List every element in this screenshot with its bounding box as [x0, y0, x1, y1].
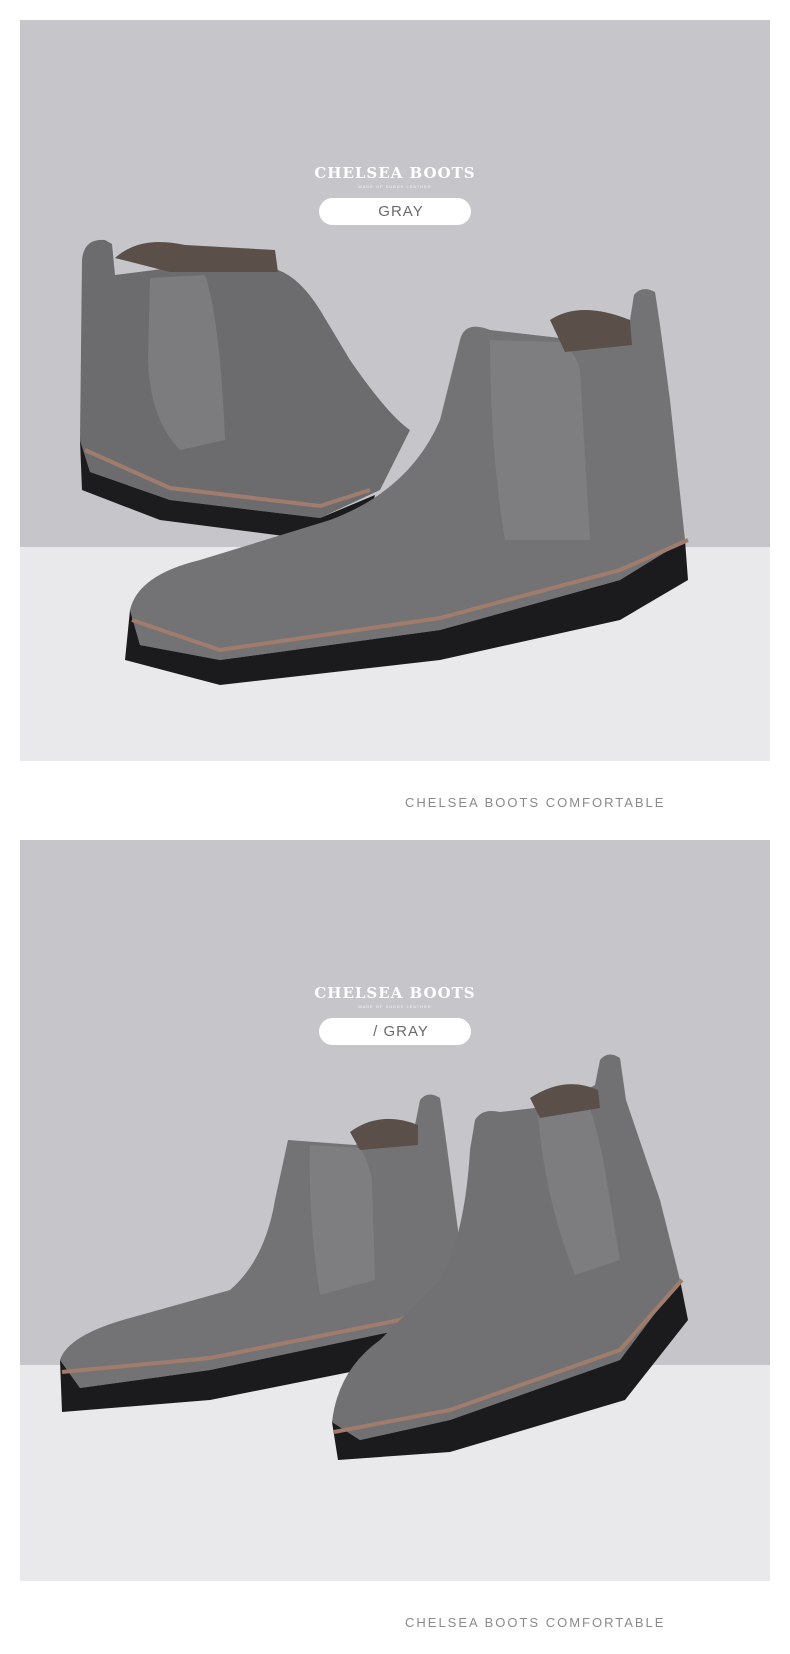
caption-1: CHELSEA BOOTS COMFORTABLE [405, 795, 666, 810]
brand-title: CHELSEA BOOTS [314, 164, 476, 182]
caption-2: CHELSEA BOOTS COMFORTABLE [405, 1615, 666, 1630]
brand-title: CHELSEA BOOTS [314, 984, 476, 1002]
color-label: / GRAY [319, 1018, 471, 1045]
color-label: GRAY [319, 198, 471, 225]
product-photo-2: CHELSEA BOOTS MADE OF SUEDE LEATHER / GR… [20, 840, 770, 1581]
brand-subtitle: MADE OF SUEDE LEATHER [358, 1004, 432, 1009]
brand-block: CHELSEA BOOTS MADE OF SUEDE LEATHER [20, 164, 770, 189]
boots-image-pair-1 [80, 239, 689, 685]
brand-block: CHELSEA BOOTS MADE OF SUEDE LEATHER [20, 984, 770, 1009]
product-photo-1: CHELSEA BOOTS MADE OF SUEDE LEATHER GRAY [20, 20, 770, 761]
boots-image-pair-2 [60, 1054, 688, 1460]
left-boot [80, 239, 410, 540]
brand-subtitle: MADE OF SUEDE LEATHER [358, 184, 432, 189]
